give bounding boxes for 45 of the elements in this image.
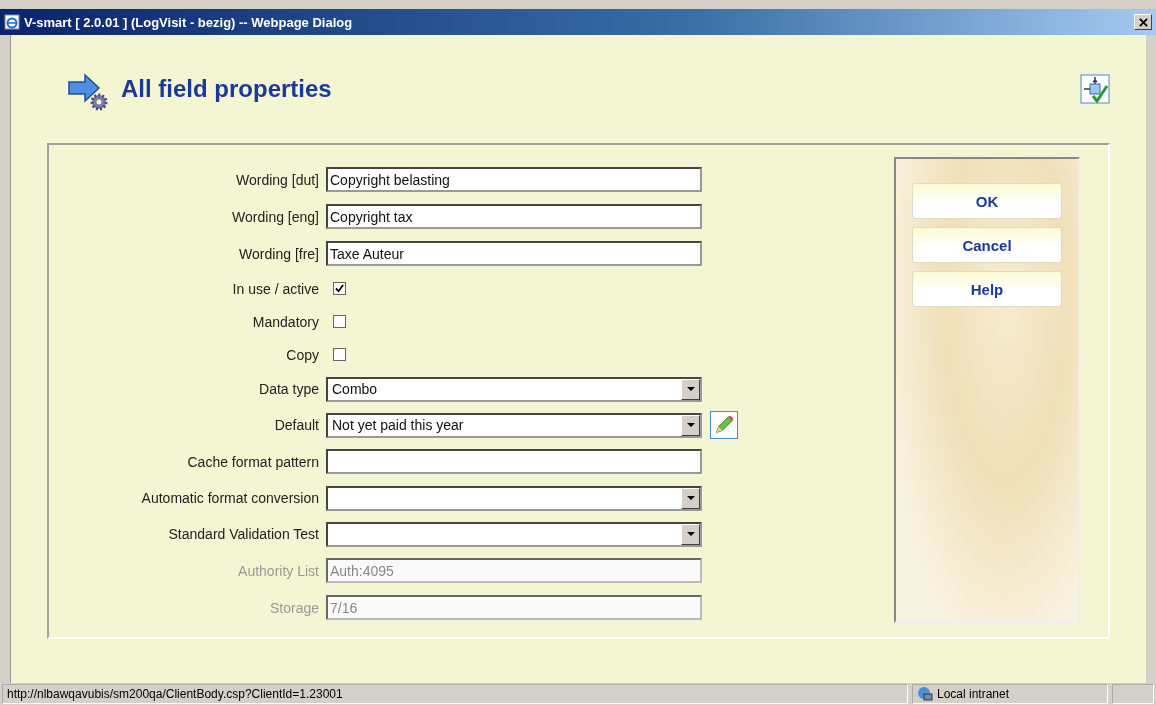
caret-icon xyxy=(686,423,695,427)
zone-label: Local intranet xyxy=(937,687,1010,701)
layout-check-button[interactable] xyxy=(1080,74,1110,104)
text-field[interactable]: Taxe Auteur xyxy=(326,241,702,266)
field-label: Wording [fre] xyxy=(238,245,320,262)
caret-icon xyxy=(686,387,695,391)
close-button[interactable] xyxy=(1134,14,1152,30)
window-title: V-smart [ 2.0.01 ] (LogVisit - bezig) -- Webpage Dialog xyxy=(24,14,353,30)
text-field[interactable] xyxy=(326,449,702,474)
resize-grip[interactable] xyxy=(1112,684,1154,704)
checkbox[interactable] xyxy=(333,282,346,295)
field-label: Wording [dut] xyxy=(235,171,320,188)
status-url: http://nlbawqavubis/sm200qa/ClientBody.csp?ClientId=1.23001 xyxy=(2,684,908,704)
field-label: Cache format pattern xyxy=(186,453,320,470)
field-label: Storage xyxy=(268,599,320,616)
field-label: In use / active xyxy=(231,280,320,297)
checkbox[interactable] xyxy=(333,348,346,361)
text-field[interactable]: Copyright tax xyxy=(326,204,702,229)
browser-icon xyxy=(4,14,20,30)
field-label: Authority List xyxy=(237,562,320,579)
dropdown[interactable] xyxy=(326,521,702,547)
close-icon xyxy=(1138,17,1148,27)
dropdown[interactable]: Not yet paid this year xyxy=(326,412,702,438)
node-check-icon xyxy=(1080,74,1110,104)
pencil-icon xyxy=(713,414,735,436)
check-icon xyxy=(335,284,344,293)
field-label: Automatic format conversion xyxy=(140,490,320,506)
field-label: Copy xyxy=(285,346,320,363)
dialog-button[interactable]: Help xyxy=(912,271,1062,307)
dialog-button[interactable]: Cancel xyxy=(912,227,1062,263)
field-label: Wording [eng] xyxy=(231,208,320,225)
caret-icon xyxy=(686,496,695,500)
globe-icon xyxy=(917,686,933,702)
field-label: Data type xyxy=(258,381,320,397)
text-field[interactable]: Copyright belasting xyxy=(326,167,702,192)
checkbox[interactable] xyxy=(333,315,346,328)
dropdown[interactable] xyxy=(326,485,702,511)
dialog-button[interactable]: OK xyxy=(912,183,1062,219)
caret-icon xyxy=(686,532,695,536)
dropdown[interactable]: Combo xyxy=(326,376,702,402)
edit-button[interactable] xyxy=(710,411,738,439)
field-label: Default xyxy=(273,417,320,433)
field-label: Mandatory xyxy=(251,313,320,330)
page-title: All field properties xyxy=(121,75,332,103)
field-label: Standard Validation Test xyxy=(167,526,320,542)
